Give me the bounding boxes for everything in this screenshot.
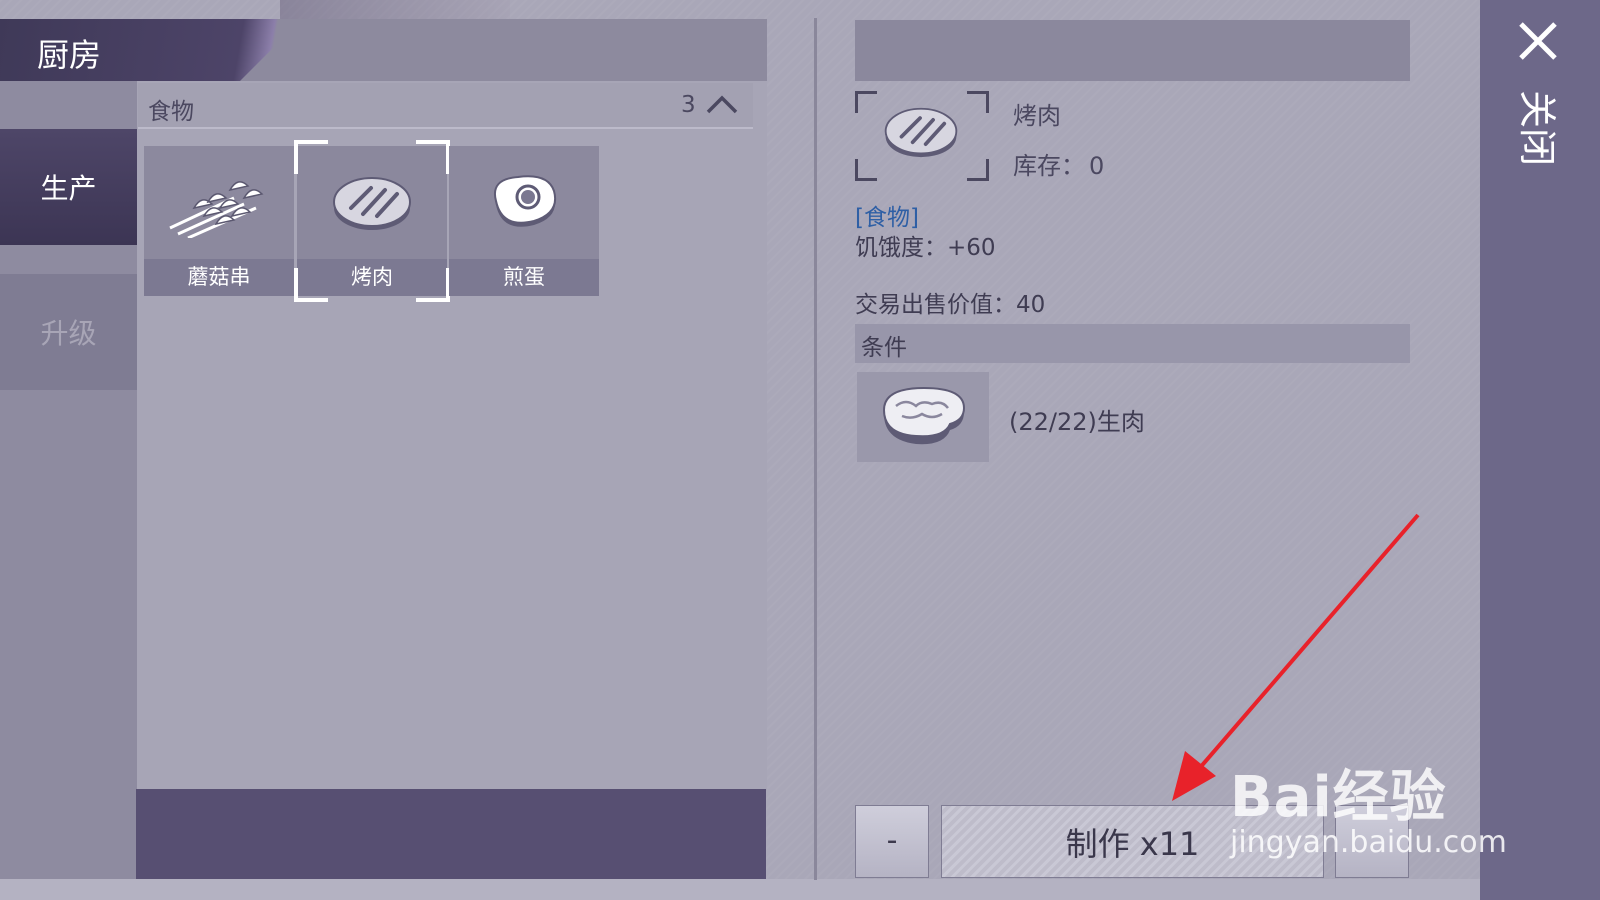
category-label: 食物 [148, 99, 194, 125]
detail-item-name: 烤肉 [1013, 102, 1061, 130]
tab-upgrade[interactable]: 升级 [0, 274, 137, 390]
detail-item-frame [855, 91, 989, 181]
close-label[interactable]: 关闭 [1515, 90, 1559, 166]
craft-button-label: 制作 x11 [1065, 824, 1200, 863]
selection-corner [294, 268, 328, 302]
fried-egg-icon [494, 174, 556, 227]
conditions-header: 条件 [855, 324, 1410, 363]
decrease-quantity-button[interactable]: - [855, 805, 929, 878]
window-title: 厨房 [37, 36, 102, 74]
category-count: 3 [681, 92, 696, 118]
detail-header-bar [855, 20, 1410, 81]
recipe-label: 蘑菇串 [144, 259, 294, 296]
conditions-label: 条件 [861, 335, 907, 361]
detail-hunger-stat: 饥饿度：+60 [855, 235, 996, 261]
condition-item-card [857, 372, 989, 462]
selection-corner [416, 268, 450, 302]
tab-production[interactable]: 生产 [0, 129, 137, 245]
recipe-card-fried-egg[interactable]: 煎蛋 [449, 146, 599, 296]
recipe-label: 煎蛋 [449, 259, 599, 296]
mushroom-skewer-icon [169, 180, 264, 238]
selection-corner [416, 140, 450, 174]
condition-requirement-text: (22/22)生肉 [1009, 408, 1145, 436]
grilled-meat-icon [333, 176, 411, 230]
selection-corner [294, 140, 328, 174]
raw-meat-icon [882, 386, 966, 445]
tab-production-label: 生产 [40, 172, 97, 205]
category-header[interactable]: 食物 3 [138, 83, 753, 129]
left-footer-bar [136, 789, 766, 879]
close-icon[interactable] [1517, 20, 1559, 62]
recipe-card-mushroom-skewer[interactable]: 蘑菇串 [144, 146, 294, 296]
stock-value: 0 [1089, 152, 1105, 180]
chevron-up-icon[interactable] [704, 88, 740, 118]
watermark-url: jingyan.baidu.com [1230, 825, 1507, 860]
watermark-logo: Bai经验 [1230, 765, 1447, 830]
tab-upgrade-label: 升级 [40, 317, 97, 350]
bottom-strip [0, 879, 1480, 900]
detail-category-tag: [食物] [855, 205, 919, 231]
recipe-card-grilled-meat[interactable]: 烤肉 [294, 140, 450, 302]
detail-stock: 库存： 0 [1013, 146, 1104, 181]
stock-label: 库存： [1013, 152, 1085, 180]
detail-sell-price: 交易出售价值：40 [855, 292, 1046, 318]
panel-divider [814, 18, 817, 880]
grilled-meat-icon [884, 107, 958, 158]
